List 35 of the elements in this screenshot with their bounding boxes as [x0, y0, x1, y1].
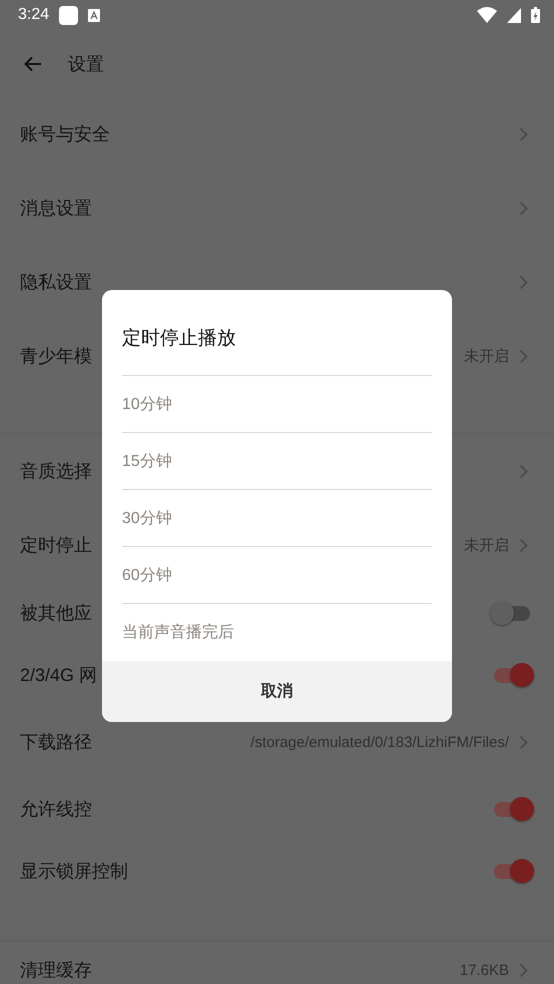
- notification-icon: [59, 6, 78, 24]
- timer-option[interactable]: 60分钟: [122, 564, 172, 586]
- chevron-icon[interactable]: [519, 348, 528, 364]
- timer-option[interactable]: 当前声音播完后: [122, 622, 234, 642]
- setting-label: 显示锁屏控制: [20, 860, 128, 883]
- back-arrow-icon[interactable]: [24, 56, 42, 72]
- dialog-title: 定时停止播放: [121, 327, 237, 351]
- battery-icon: [531, 7, 540, 23]
- chevron-icon[interactable]: [519, 464, 528, 478]
- page-title: 设置: [68, 52, 104, 76]
- setting-label: 允许线控: [20, 798, 92, 821]
- setting-label: 2/3/4G 网: [20, 664, 98, 687]
- setting-label: 账号与安全: [20, 123, 110, 146]
- status-time: 3:24: [18, 6, 50, 24]
- keyboard-icon: [88, 8, 100, 22]
- setting-label: 定时停止: [20, 534, 92, 557]
- chevron-icon[interactable]: [519, 200, 528, 216]
- signal-icon: [507, 8, 521, 22]
- setting-label: 清理缓存: [20, 959, 92, 982]
- chevron-icon[interactable]: [519, 126, 528, 142]
- setting-label: 青少年模: [20, 345, 92, 368]
- timer-option[interactable]: 15分钟: [122, 450, 172, 472]
- setting-label: 消息设置: [20, 197, 92, 220]
- setting-label: 隐私设置: [20, 271, 92, 294]
- setting-label: 下载路径: [20, 731, 92, 754]
- setting-label: 被其他应: [20, 602, 92, 625]
- timer-option[interactable]: 10分钟: [122, 394, 172, 414]
- cancel-button[interactable]: 取消: [102, 661, 452, 722]
- chevron-icon[interactable]: [519, 274, 528, 290]
- setting-label: 音质选择: [20, 460, 92, 483]
- timer-option[interactable]: 30分钟: [122, 508, 172, 528]
- chevron-icon[interactable]: [519, 734, 528, 750]
- chevron-icon[interactable]: [519, 962, 528, 978]
- chevron-icon[interactable]: [519, 538, 528, 552]
- wifi-icon: [477, 7, 497, 23]
